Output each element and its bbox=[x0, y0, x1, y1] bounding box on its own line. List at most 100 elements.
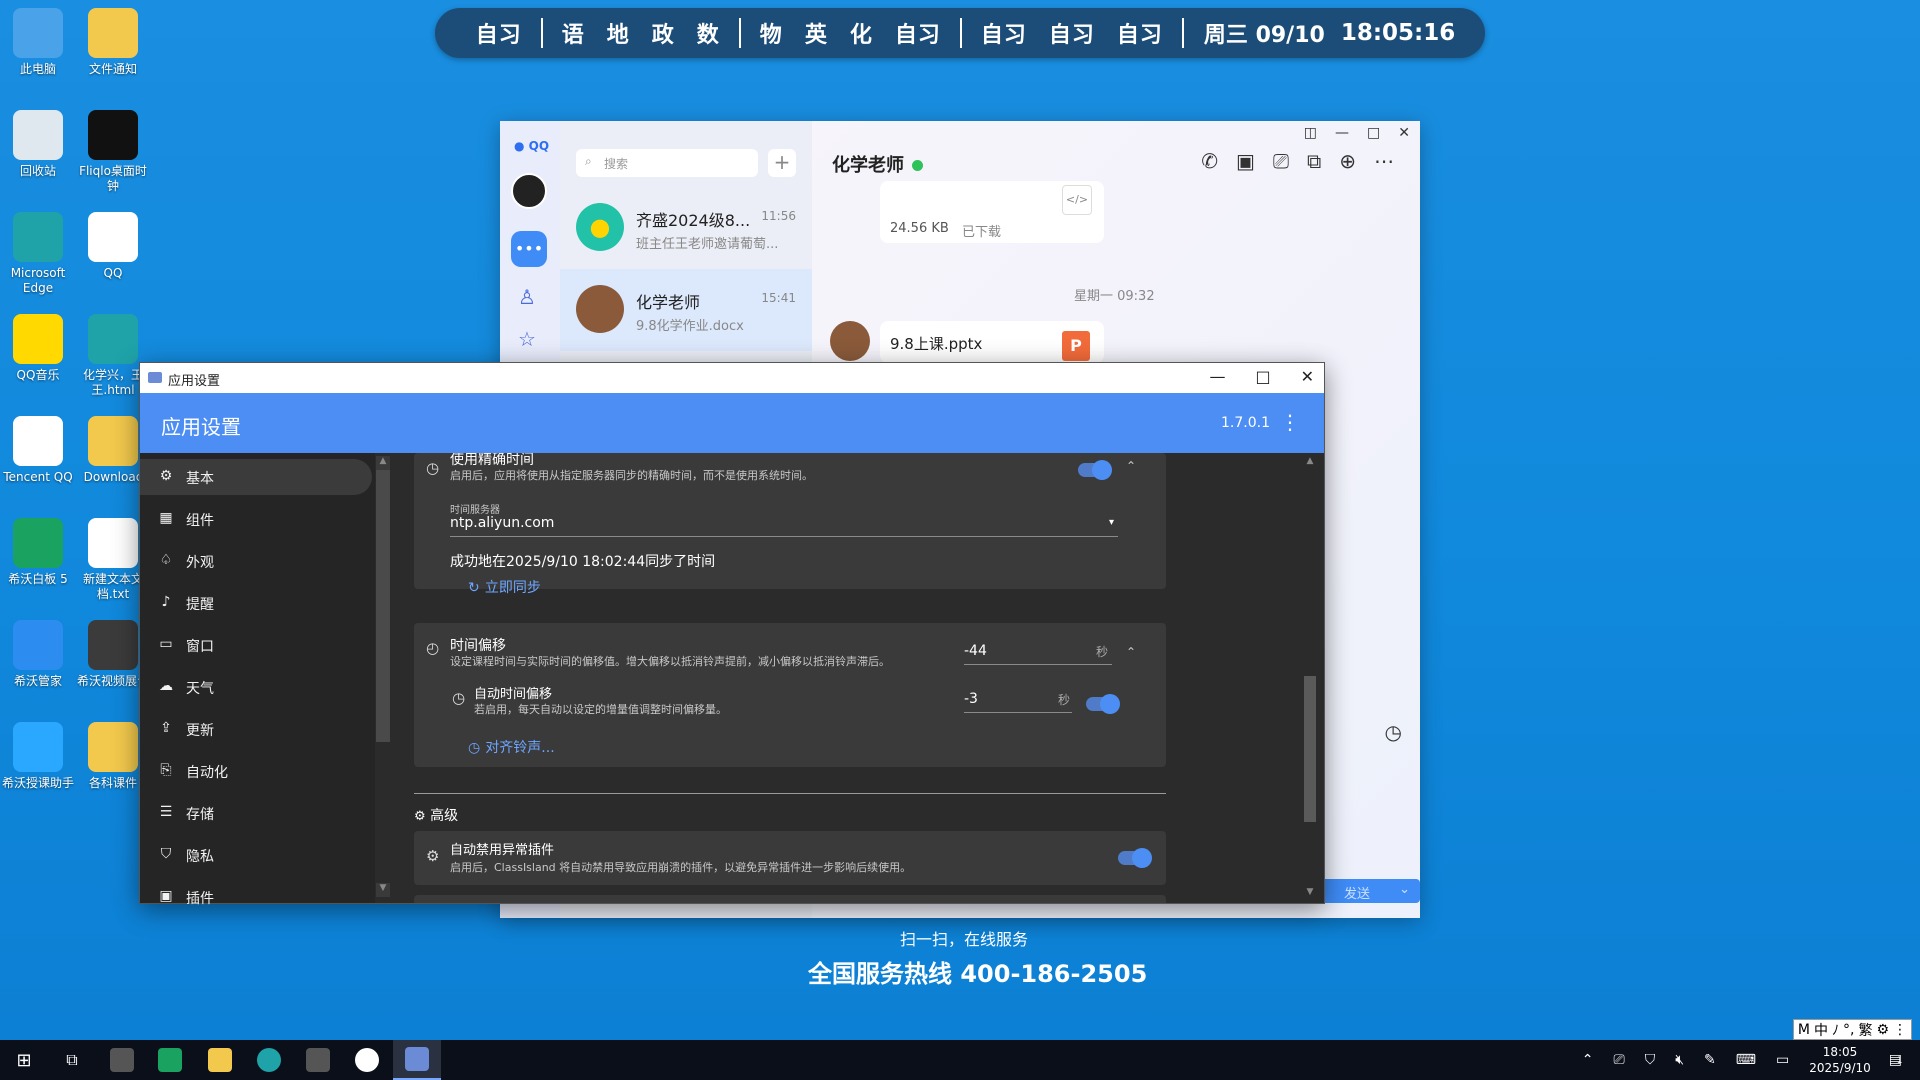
messages-icon[interactable]: ••• bbox=[511, 231, 547, 267]
minimize-button[interactable]: — bbox=[1335, 125, 1349, 141]
sidebar-item-window[interactable]: ▭ 窗口 bbox=[140, 627, 372, 663]
time-server-select[interactable]: ntp.aliyun.com ▾ bbox=[450, 515, 1118, 537]
desktop-shortcut[interactable]: QQ bbox=[75, 212, 151, 281]
more-menu-icon[interactable]: ⋮ bbox=[1280, 410, 1300, 434]
display-icon[interactable]: ▭ bbox=[1776, 1052, 1789, 1068]
search-input[interactable]: ⌕ 搜索 bbox=[576, 149, 758, 177]
maximize-button[interactable]: □ bbox=[1367, 125, 1380, 141]
contacts-icon[interactable]: ♙ bbox=[518, 285, 536, 309]
sidebar-item-automation[interactable]: ⎘ 自动化 bbox=[140, 753, 372, 789]
system-tray: ⌃ ⎚ ⛉ 🔇︎ ✎ ⌨ ▭ 18:05 2025/9/10 ▤ 1 bbox=[1572, 1040, 1920, 1080]
phone-icon[interactable]: ✆ bbox=[1201, 149, 1218, 173]
screen-share-icon[interactable]: ⎚ bbox=[1273, 149, 1289, 173]
schedule-item: 地 bbox=[606, 23, 630, 48]
time-offset-input[interactable]: -44 秒 bbox=[964, 643, 1112, 665]
network-icon[interactable]: ⎚ bbox=[1614, 1052, 1625, 1068]
desktop-shortcut[interactable]: 希沃白板 5 bbox=[0, 518, 76, 587]
taskbar-file-explorer[interactable] bbox=[196, 1040, 244, 1080]
desktop-shortcut[interactable]: 文件通知 bbox=[75, 8, 151, 77]
ime-button[interactable]: 中 bbox=[1814, 1020, 1828, 1040]
list-item[interactable]: ● 齐盛2024级8... 11:56 班主任王老师邀请葡萄... bbox=[560, 187, 812, 269]
dropdown-arrow-icon: ▾ bbox=[1108, 517, 1114, 528]
add-button[interactable]: + bbox=[768, 149, 796, 177]
taskbar-camera-app[interactable] bbox=[98, 1040, 146, 1080]
taskbar-edge[interactable] bbox=[245, 1040, 293, 1080]
ime-button[interactable]: 繁 bbox=[1858, 1020, 1872, 1040]
taskbar-easinote-app[interactable] bbox=[146, 1040, 194, 1080]
auto-disable-toggle[interactable] bbox=[1118, 848, 1152, 868]
collapse-chevron-icon[interactable]: ⌃ bbox=[1126, 459, 1136, 473]
ime-button[interactable]: ⋮ bbox=[1893, 1022, 1907, 1038]
remote-desktop-icon[interactable]: ⧉ bbox=[1307, 149, 1321, 173]
desktop-shortcut[interactable]: 希沃管家 bbox=[0, 620, 76, 689]
video-call-icon[interactable]: ▣ bbox=[1236, 149, 1255, 173]
schedule-item: 物 bbox=[759, 23, 783, 48]
sync-now-link[interactable]: ↻ 立即同步 bbox=[468, 577, 541, 597]
precise-time-toggle[interactable] bbox=[1078, 460, 1112, 480]
desktop-shortcut[interactable]: 回收站 bbox=[0, 110, 76, 179]
more-icon[interactable]: ⋯ bbox=[1374, 149, 1394, 173]
keyboard-icon[interactable]: ⌨ bbox=[1736, 1052, 1756, 1068]
favorites-icon[interactable]: ☆ bbox=[518, 327, 536, 351]
sidebar-item-widgets[interactable]: ▦ 组件 bbox=[140, 501, 372, 537]
desktop-shortcut[interactable]: 此电脑 bbox=[0, 8, 76, 77]
desktop-shortcut-label: 此电脑 bbox=[19, 62, 56, 76]
sidebar-item-privacy[interactable]: ⛉ 隐私 bbox=[140, 837, 372, 873]
start-button[interactable]: ⊞ bbox=[0, 1040, 48, 1080]
content-scrollbar[interactable]: ▲ ▼ bbox=[1304, 456, 1316, 899]
pen-icon[interactable]: ✎ bbox=[1704, 1052, 1716, 1068]
taskbar-camera-app-2[interactable] bbox=[294, 1040, 342, 1080]
folder-warning-icon bbox=[88, 8, 138, 58]
desktop-shortcut[interactable]: Microsoft Edge bbox=[0, 212, 76, 296]
collapse-chevron-icon[interactable]: ⌃ bbox=[1126, 645, 1136, 659]
send-options-chevron-icon[interactable]: ⌄ bbox=[1399, 882, 1410, 897]
align-bell-link[interactable]: ◷ 对齐铃声... bbox=[468, 737, 555, 757]
close-button[interactable]: ✕ bbox=[1301, 367, 1314, 386]
close-button[interactable]: ✕ bbox=[1398, 125, 1410, 141]
ime-button[interactable]: M bbox=[1798, 1022, 1810, 1038]
file-message[interactable]: 9.8上课.pptx P bbox=[880, 321, 1104, 363]
ime-button[interactable]: ﾉ bbox=[1832, 1020, 1839, 1040]
sidebar-item-bell[interactable]: ♪ 提醒 bbox=[140, 585, 372, 621]
taskbar-clock[interactable]: 18:05 2025/9/10 bbox=[1809, 1044, 1871, 1076]
online-status-icon bbox=[912, 160, 923, 171]
maximize-button[interactable]: □ bbox=[1255, 367, 1270, 386]
chevron-up-icon[interactable]: ⌃ bbox=[1582, 1052, 1594, 1068]
auto-offset-input[interactable]: -3 秒 bbox=[964, 691, 1072, 713]
volume-muted-icon[interactable]: 🔇︎ bbox=[1675, 1052, 1684, 1068]
automation-icon: ⎘ bbox=[160, 762, 172, 778]
desktop-shortcut[interactable]: 希沃授课助手 bbox=[0, 722, 76, 791]
sidebar-item-cloud[interactable]: ☁ 天气 bbox=[140, 669, 372, 705]
file-message[interactable]: </> 24.56 KB 已下载 bbox=[880, 181, 1104, 243]
avatar[interactable] bbox=[511, 173, 547, 209]
send-button[interactable]: 发送 ⌄ bbox=[1320, 879, 1420, 903]
schedule-item: 化 bbox=[849, 23, 873, 48]
notification-center-icon[interactable]: ▤ 1 bbox=[1889, 1052, 1903, 1068]
sidebar-item-label: 基本 bbox=[186, 471, 214, 487]
minimize-button[interactable]: — bbox=[1209, 367, 1225, 386]
ime-button[interactable]: ⚙ bbox=[1876, 1022, 1889, 1038]
list-item[interactable]: 化学老师 15:41 9.8化学作业.docx bbox=[560, 269, 812, 351]
ime-button[interactable]: °, bbox=[1843, 1022, 1854, 1038]
auto-offset-toggle[interactable] bbox=[1086, 694, 1120, 714]
sidebar-toggle-icon[interactable]: ◫ bbox=[1304, 125, 1317, 141]
add-member-icon[interactable]: ⊕ bbox=[1339, 149, 1356, 173]
taskbar-settings-app[interactable] bbox=[393, 1040, 441, 1080]
auto-offset-desc: 若启用，每天自动以设定的增量值调整时间偏移量。 bbox=[474, 703, 727, 716]
history-clock-icon[interactable]: ◷ bbox=[1385, 720, 1402, 744]
sidebar-scrollbar[interactable]: ▲ ▼ bbox=[376, 456, 390, 897]
desktop-shortcut[interactable]: Tencent QQ bbox=[0, 416, 76, 485]
appearance-icon: ♤ bbox=[159, 552, 173, 568]
sidebar-item-gear[interactable]: ⚙ 基本 bbox=[140, 459, 372, 495]
desktop-shortcut[interactable]: Fliqlo桌面时钟 bbox=[75, 110, 151, 194]
sidebar-item-upload[interactable]: ⇪ 更新 bbox=[140, 711, 372, 747]
sidebar-item-appearance[interactable]: ♤ 外观 bbox=[140, 543, 372, 579]
taskbar-qq[interactable] bbox=[343, 1040, 391, 1080]
shield-tray-icon[interactable]: ⛉ bbox=[1645, 1052, 1656, 1068]
sidebar-item-plugin[interactable]: ▣ 插件 bbox=[140, 879, 372, 915]
task-view-button[interactable]: ⧉ bbox=[48, 1040, 96, 1080]
desktop-shortcut[interactable]: QQ音乐 bbox=[0, 314, 76, 383]
settings-header: 应用设置 1.7.0.1 ⋮ bbox=[140, 393, 1324, 453]
desktop-shortcut-label: 希沃授课助手 bbox=[1, 776, 74, 790]
sidebar-item-database[interactable]: ☰ 存储 bbox=[140, 795, 372, 831]
